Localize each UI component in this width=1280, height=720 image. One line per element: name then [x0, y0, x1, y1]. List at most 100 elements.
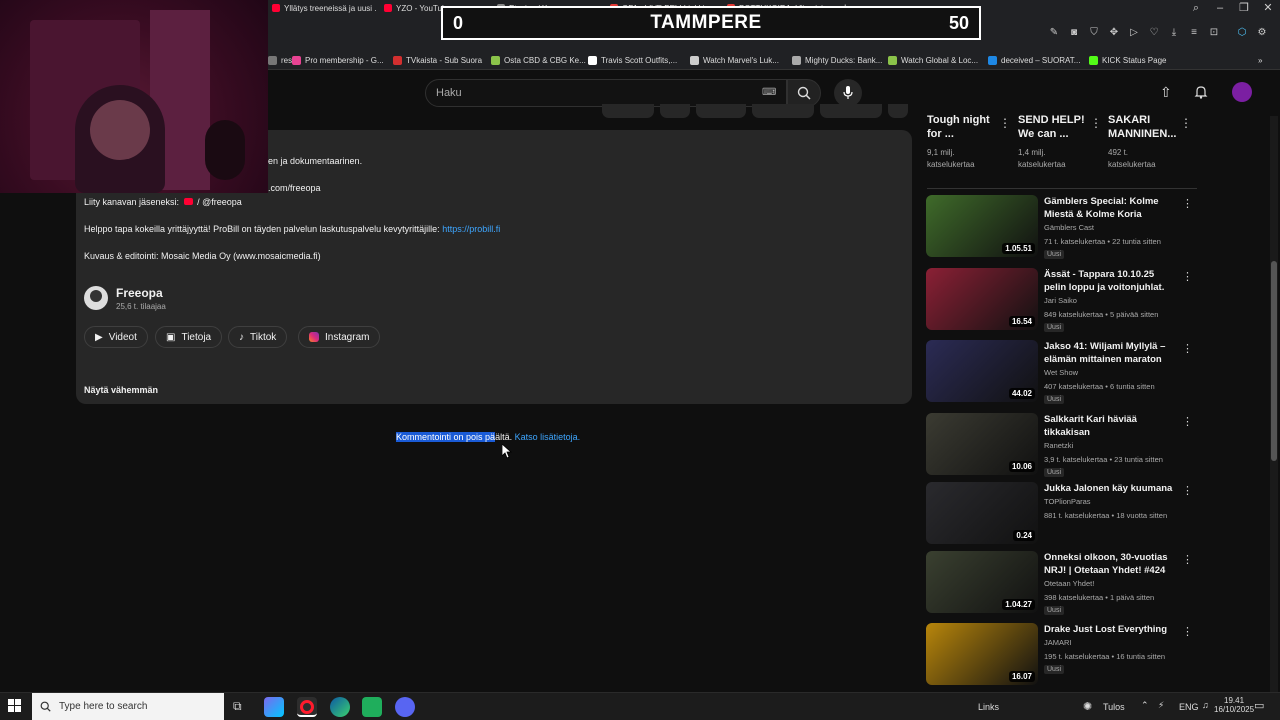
keyboard-icon[interactable]: ⌨: [762, 87, 776, 98]
about-chip[interactable]: ▣ Tietoja: [155, 326, 223, 348]
close-icon[interactable]: ✕: [1256, 0, 1280, 16]
bookmark-item[interactable]: Pro membership - G...: [292, 50, 384, 70]
show-less-button[interactable]: Näytä vähemmän: [84, 385, 158, 395]
taskbar-search[interactable]: Type here to search: [32, 693, 224, 720]
probill-link[interactable]: https://probill.fi: [442, 224, 500, 234]
tiktok-chip[interactable]: ♪ Tiktok: [228, 326, 288, 348]
restore-icon[interactable]: ❐: [1232, 0, 1256, 16]
channel-avatar[interactable]: [84, 286, 108, 310]
video-title[interactable]: Jakso 41: Wiljami Myllylä – elämän mitta…: [1044, 340, 1174, 366]
play-icon[interactable]: ▷: [1127, 26, 1141, 40]
video-title[interactable]: Salkkarit Kari häviää tikkakisan: [1044, 413, 1174, 439]
action-button[interactable]: [696, 104, 746, 118]
action-button[interactable]: [820, 104, 882, 118]
action-button[interactable]: [752, 104, 814, 118]
task-view-icon[interactable]: ⧉: [233, 699, 242, 714]
notification-center-icon[interactable]: ▭: [1254, 699, 1264, 712]
learn-more-link[interactable]: Katso lisätietoja.: [515, 432, 581, 442]
minimize-icon[interactable]: –: [1208, 0, 1232, 16]
recommended-video[interactable]: 16.54 Ässät - Tappara 10.10.25 pelin lopp…: [926, 268, 1193, 332]
video-title[interactable]: Ässät - Tappara 10.10.25 pelin loppu ja …: [1044, 268, 1174, 294]
volume-icon[interactable]: ♫: [1202, 700, 1209, 710]
lock-icon[interactable]: ⊡: [1207, 26, 1221, 40]
discord-icon[interactable]: [395, 697, 415, 717]
more-options-icon[interactable]: ⋮: [1180, 116, 1192, 130]
bookmark-item[interactable]: TVkaista - Sub Suora: [393, 50, 482, 70]
video-channel[interactable]: TOPlionParas: [1044, 496, 1091, 508]
more-options-icon[interactable]: ⋮: [1182, 484, 1193, 497]
search-button[interactable]: [787, 79, 821, 107]
video-thumbnail[interactable]: 10.06: [926, 413, 1038, 475]
recommended-video[interactable]: 1.05.51 Gämblers Special: Kolme Miestä & …: [926, 195, 1193, 259]
video-thumbnail[interactable]: 16.54: [926, 268, 1038, 330]
settings-icon[interactable]: ⚙: [1255, 26, 1269, 40]
edge-icon[interactable]: [330, 697, 350, 717]
browser-tab[interactable]: Yllätys treeneissä ja uusi ...: [272, 0, 376, 16]
weather-label[interactable]: Tulos: [1103, 702, 1125, 712]
bookmark-item[interactable]: Watch Global & Loc...: [888, 50, 978, 70]
recommended-video[interactable]: 44.02 Jakso 41: Wiljami Myllylä – elämän …: [926, 340, 1193, 404]
videos-chip[interactable]: ▶ Videot: [84, 326, 148, 348]
upload-icon[interactable]: ⇧: [1160, 84, 1172, 101]
video-title[interactable]: Drake Just Lost Everything: [1044, 623, 1174, 636]
video-thumbnail[interactable]: 1.05.51: [926, 195, 1038, 257]
edit-icon[interactable]: ✎: [1047, 26, 1061, 40]
video-title[interactable]: Gämblers Special: Kolme Miestä & Kolme K…: [1044, 195, 1174, 221]
action-button[interactable]: [602, 104, 654, 118]
notifications-icon[interactable]: [1194, 85, 1208, 104]
bookmark-item[interactable]: Travis Scott Outfits,...: [588, 50, 677, 70]
download-icon[interactable]: ⤓: [1167, 26, 1181, 40]
bookmark-item[interactable]: Mighty Ducks: Bank...: [792, 50, 882, 70]
shield-icon[interactable]: ⛉: [1087, 26, 1101, 40]
video-channel[interactable]: Jari Saiko: [1044, 295, 1077, 307]
bookmark-item[interactable]: KICK Status Page: [1089, 50, 1166, 70]
language-indicator[interactable]: ENG: [1179, 702, 1199, 712]
network-icon[interactable]: ⚡: [1158, 700, 1164, 711]
start-button[interactable]: [8, 699, 22, 718]
video-thumbnail[interactable]: 1.04.27: [926, 551, 1038, 613]
opera-icon[interactable]: [297, 697, 317, 717]
video-channel[interactable]: JAMARI: [1044, 637, 1072, 649]
extension-icon[interactable]: ✥: [1107, 26, 1121, 40]
copilot-icon[interactable]: [264, 697, 284, 717]
links-toolbar[interactable]: Links: [978, 702, 999, 712]
search-tabs-icon[interactable]: ⌕: [1184, 0, 1208, 16]
spreadsheet-icon[interactable]: [362, 697, 382, 717]
voice-search-button[interactable]: [834, 79, 862, 107]
tool-icon[interactable]: ⬡: [1235, 26, 1249, 40]
menu-icon[interactable]: ≡: [1187, 26, 1201, 40]
search-input[interactable]: Haku ⌨: [425, 79, 787, 107]
more-options-icon[interactable]: ⋮: [999, 116, 1011, 130]
more-actions-button[interactable]: [888, 104, 908, 118]
bookmark-item[interactable]: Watch Marvel's Luk...: [690, 50, 779, 70]
bookmarks-overflow-icon[interactable]: »: [1258, 50, 1262, 70]
scrollbar[interactable]: [1270, 116, 1278, 692]
video-channel[interactable]: Gämblers Cast: [1044, 222, 1094, 234]
more-options-icon[interactable]: ⋮: [1182, 625, 1193, 638]
more-options-icon[interactable]: ⋮: [1182, 270, 1193, 283]
recommended-video[interactable]: 16.07 Drake Just Lost Everything JAMARI 195…: [926, 623, 1193, 685]
camera-icon[interactable]: ◙: [1067, 26, 1081, 40]
recommended-video[interactable]: 0.24 Jukka Jalonen käy kuumana TOPlionPara…: [926, 482, 1193, 544]
video-thumbnail[interactable]: 16.07: [926, 623, 1038, 685]
action-button[interactable]: [660, 104, 690, 118]
channel-name[interactable]: Freeopa: [116, 286, 163, 300]
video-title[interactable]: Tough night for ...: [927, 113, 999, 141]
bookmark-item[interactable]: Osta CBD & CBG Ke...: [491, 50, 586, 70]
chevron-up-icon[interactable]: ⌃: [1141, 700, 1149, 711]
heart-icon[interactable]: ♡: [1147, 26, 1161, 40]
bookmark-item[interactable]: deceived – SUORAT...: [988, 50, 1080, 70]
more-options-icon[interactable]: ⋮: [1182, 415, 1193, 428]
video-channel[interactable]: Wet Show: [1044, 367, 1078, 379]
video-channel[interactable]: Otetaan Yhdet!: [1044, 578, 1094, 590]
video-thumbnail[interactable]: 0.24: [926, 482, 1038, 544]
more-options-icon[interactable]: ⋮: [1182, 342, 1193, 355]
recommended-video[interactable]: 1.04.27 Onneksi olkoon, 30-vuotias NRJ! |…: [926, 551, 1193, 615]
channel-handle-link[interactable]: / @freeopa: [197, 197, 242, 207]
more-options-icon[interactable]: ⋮: [1182, 553, 1193, 566]
video-thumbnail[interactable]: 44.02: [926, 340, 1038, 402]
video-channel[interactable]: Ranetzki: [1044, 440, 1073, 452]
recommended-video[interactable]: 10.06 Salkkarit Kari häviää tikkakisan Ran…: [926, 413, 1193, 477]
scrollbar-thumb[interactable]: [1271, 261, 1277, 461]
video-title[interactable]: Onneksi olkoon, 30-vuotias NRJ! | Otetaa…: [1044, 551, 1174, 577]
